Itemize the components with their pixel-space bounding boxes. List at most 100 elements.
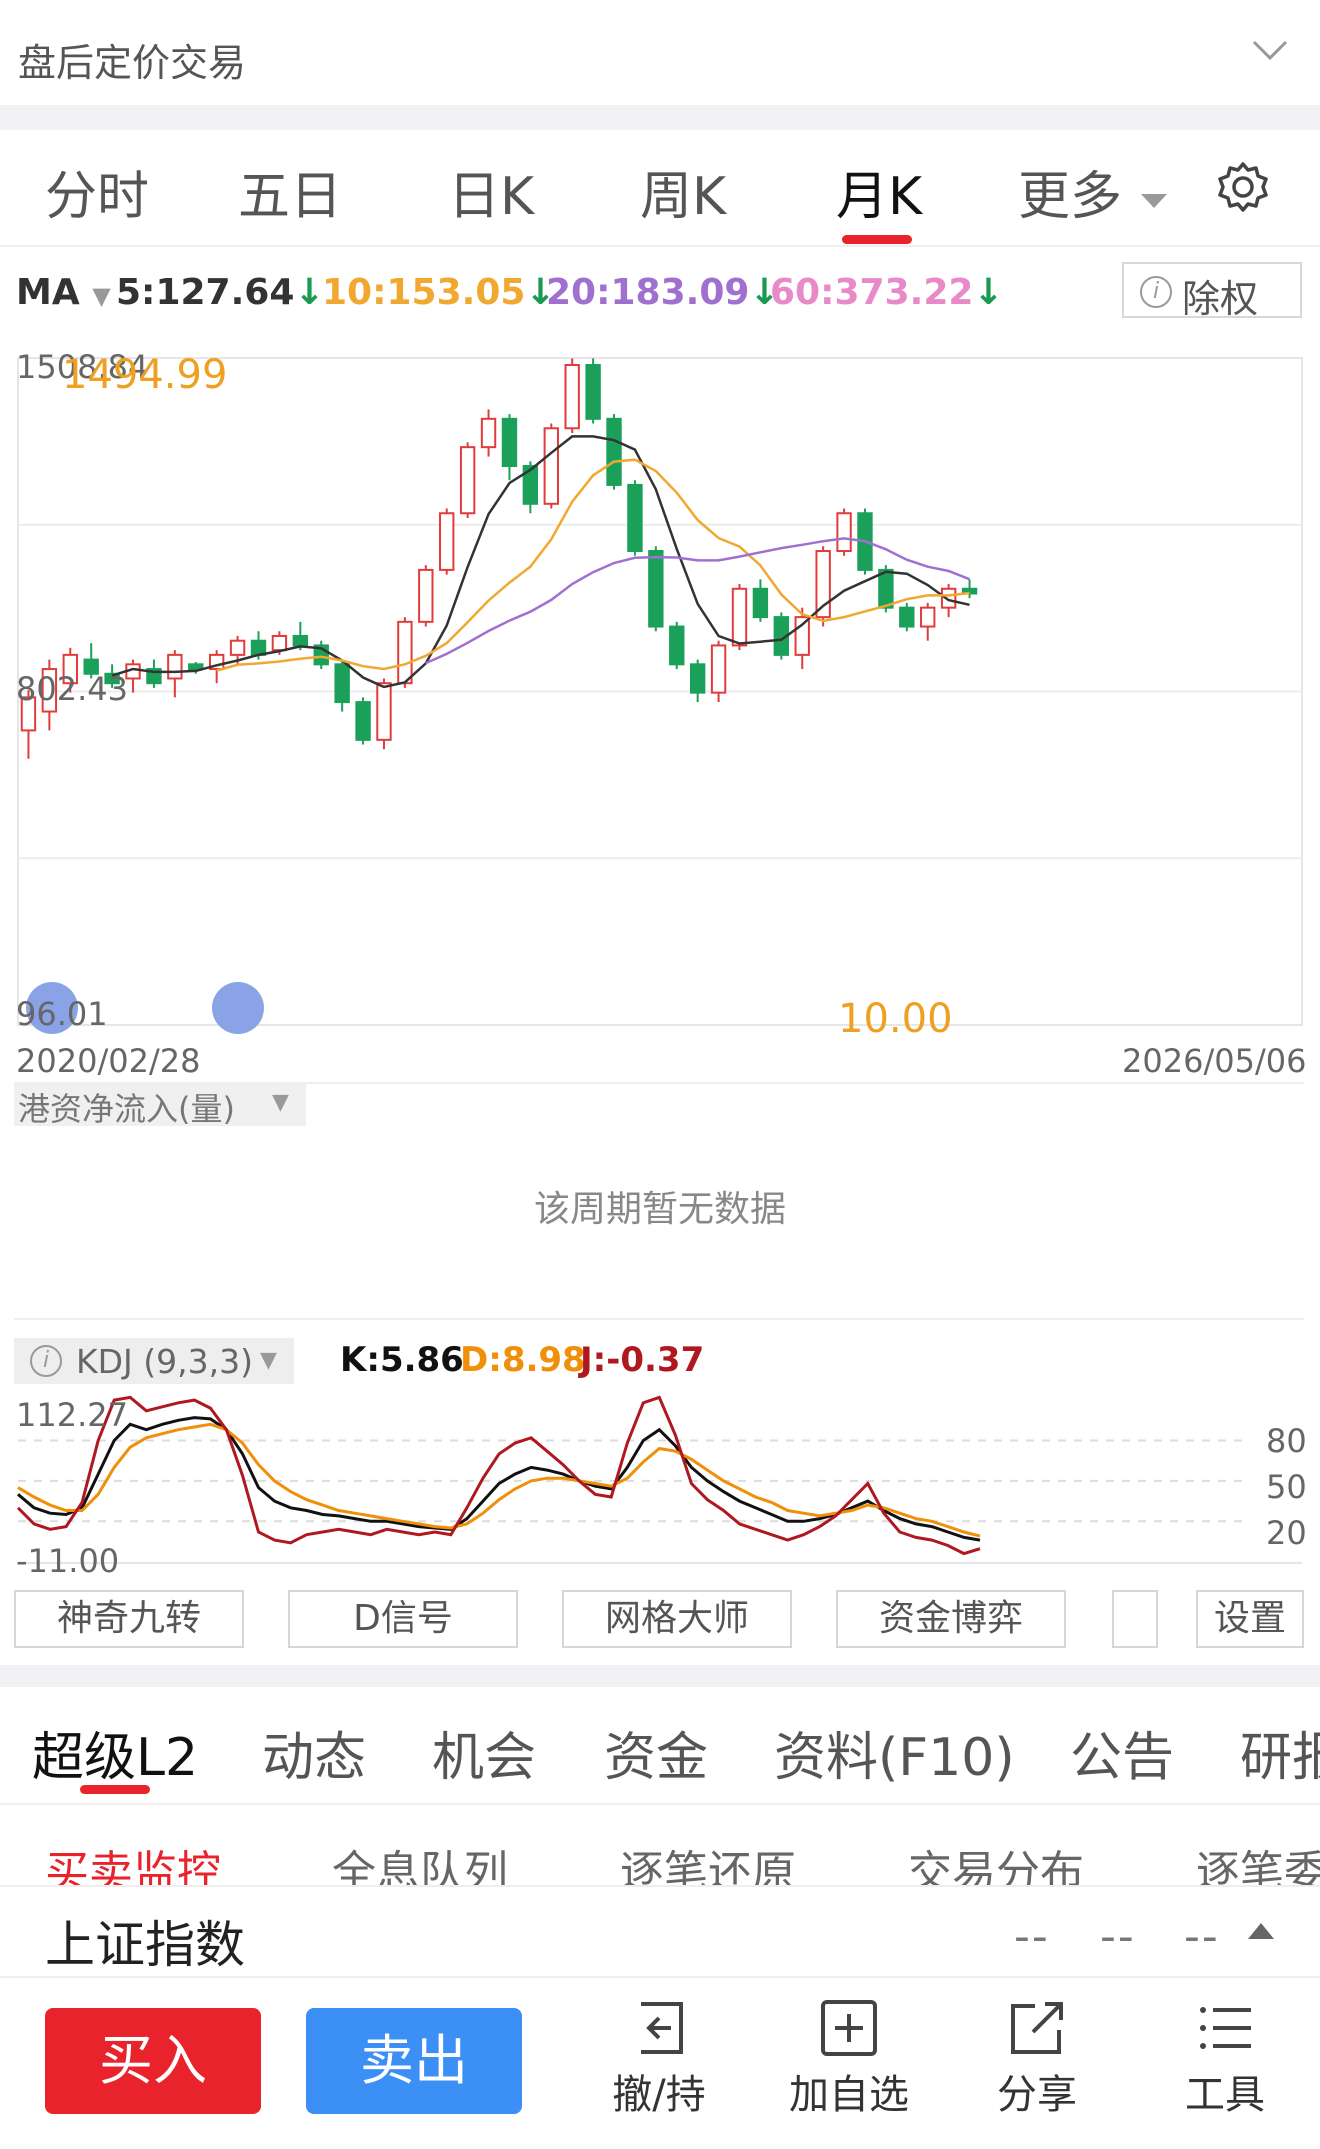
refresh-icon xyxy=(212,982,264,1034)
tool-d-signal[interactable]: D信号 xyxy=(288,1590,518,1648)
candle-body xyxy=(648,550,664,628)
tab-tick-restore[interactable]: 逐笔还原 xyxy=(620,1836,796,1888)
x-start-label: 2020/02/28 xyxy=(16,1042,201,1080)
caret-down-icon: ▼ xyxy=(272,1090,289,1115)
divider xyxy=(0,1803,1320,1805)
kdj-y-top-label: 112.27 xyxy=(16,1396,128,1434)
candle-body xyxy=(334,663,350,704)
index-name: 上证指数 xyxy=(45,1916,245,1974)
candle-body xyxy=(878,568,894,609)
kdj-y-bottom-label: -11.00 xyxy=(16,1542,120,1580)
active-tab-indicator xyxy=(80,1785,150,1794)
divider xyxy=(0,245,1320,247)
tab-more-label: 更多 xyxy=(1018,167,1123,227)
ma10-value: 10:153.05↓ xyxy=(322,272,556,313)
kdj-chart[interactable] xyxy=(0,1385,1320,1575)
tab-announcement[interactable]: 公告 xyxy=(1070,1715,1174,1790)
gear-icon[interactable] xyxy=(1216,160,1270,214)
candle-body xyxy=(669,625,685,666)
plus-square-icon xyxy=(821,2000,877,2056)
tab-rik[interactable]: 日K xyxy=(448,154,534,229)
candle-body xyxy=(689,663,706,694)
tab-holo-queue[interactable]: 全息队列 xyxy=(332,1836,508,1888)
tab-fenshi[interactable]: 分时 xyxy=(45,154,149,229)
info-icon: i xyxy=(1140,276,1172,308)
candle-body xyxy=(543,427,559,505)
kdj-j-value: J:-0.37 xyxy=(580,1340,705,1380)
header-bar: 盘后定价交易 xyxy=(0,0,1320,105)
kdj-k-value: K:5.86 xyxy=(340,1340,464,1380)
tab-trade-monitor[interactable]: 买卖监控 xyxy=(45,1836,221,1888)
tool-fund-game[interactable]: 资金博弈 xyxy=(836,1590,1066,1648)
candle-body xyxy=(501,417,518,468)
caret-up-icon[interactable] xyxy=(1246,1921,1276,1941)
index-ticker[interactable]: 上证指数 -- -- -- xyxy=(0,1885,1320,1977)
info-icon: i xyxy=(30,1345,62,1377)
index-change: -- xyxy=(1100,1911,1136,1962)
x-end-label: 2026/05/06 xyxy=(1122,1042,1307,1080)
tools-label: 工具 xyxy=(1185,2072,1265,2118)
tool-magic-nine[interactable]: 神奇九转 xyxy=(14,1590,244,1648)
tools-button[interactable]: 工具 xyxy=(1150,1998,1300,2120)
exright-button[interactable]: i 除权 xyxy=(1122,262,1302,321)
caret-down-icon xyxy=(1140,194,1167,208)
tab-opportunity[interactable]: 机会 xyxy=(432,1715,536,1790)
candle-body xyxy=(585,364,601,420)
tab-funds[interactable]: 资金 xyxy=(604,1715,708,1790)
y-bottom-label: 96.01 xyxy=(16,995,108,1033)
tab-wuri[interactable]: 五日 xyxy=(238,154,342,229)
tab-super-l2[interactable]: 超级L2 xyxy=(32,1715,198,1790)
tab-tick-order[interactable]: 逐笔委 xyxy=(1196,1836,1320,1888)
kdj-d-value: D:8.98 xyxy=(460,1340,586,1380)
sell-button[interactable]: 卖出 xyxy=(306,2008,522,2114)
candle-body xyxy=(480,417,497,449)
ma20-value: 20:183.09↓ xyxy=(546,272,780,313)
tool-grid-master[interactable]: 网格大师 xyxy=(562,1590,792,1648)
bottom-bar: 买入 卖出 撤/持 加自选 分享 工具 xyxy=(0,1976,1320,2149)
kdj-tick-20: 20 xyxy=(1266,1514,1307,1552)
caret-down-icon: ▼ xyxy=(260,1348,277,1373)
tool-partial[interactable] xyxy=(1112,1590,1158,1648)
tool-settings[interactable]: 设置 xyxy=(1196,1590,1304,1648)
tab-zhouk[interactable]: 周K xyxy=(640,154,726,229)
share-label: 分享 xyxy=(997,2072,1077,2118)
menu-list-icon xyxy=(1200,2007,1251,2049)
tab-f10[interactable]: 资料(F10) xyxy=(774,1715,1015,1790)
kdj-selector[interactable]: i KDJ (9,3,3) ▼ xyxy=(14,1338,294,1384)
flow-selector[interactable]: 港资净流入(量) ▼ xyxy=(14,1082,306,1128)
add-watchlist-button[interactable]: 加自选 xyxy=(774,1998,924,2120)
candle-body xyxy=(229,639,246,656)
tab-trade-distribution[interactable]: 交易分布 xyxy=(908,1836,1084,1888)
candle-body xyxy=(564,364,580,430)
kdj-label: KDJ (9,3,3) xyxy=(76,1342,253,1381)
min-annotation: 10.00 xyxy=(838,996,953,1042)
candle-body xyxy=(292,634,309,647)
buy-button[interactable]: 买入 xyxy=(45,2008,261,2114)
candlestick-chart[interactable] xyxy=(0,340,1320,1040)
candle-body xyxy=(710,644,727,694)
cancel-hold-button[interactable]: 撤/持 xyxy=(584,1998,734,2120)
candle-body xyxy=(794,616,810,656)
ma-legend: MA ▼ 5:127.64↓ 10:153.05↓ 20:183.09↓ 60:… xyxy=(0,262,1320,322)
exright-label: 除权 xyxy=(1182,277,1259,321)
tab-yuek[interactable]: 月K xyxy=(836,154,922,229)
tab-research[interactable]: 研报 xyxy=(1240,1715,1320,1790)
share-icon xyxy=(1011,2002,1063,2054)
index-percent: -- xyxy=(1184,1911,1220,1962)
share-button[interactable]: 分享 xyxy=(962,1998,1112,2120)
level2-tabs: 买卖监控 全息队列 逐笔还原 交易分布 逐笔委 xyxy=(0,1808,1320,1888)
ma-label[interactable]: MA ▼ xyxy=(16,272,111,313)
tab-dynamic[interactable]: 动态 xyxy=(262,1715,366,1790)
candle-body xyxy=(627,483,643,553)
info-tabs: 超级L2 动态 机会 资金 资料(F10) 公告 研报 xyxy=(0,1685,1320,1805)
no-data-message: 该周期暂无数据 xyxy=(533,1189,786,1230)
ma60-value: 60:373.22↓ xyxy=(770,272,1004,313)
candle-body xyxy=(271,634,288,652)
header-title[interactable]: 盘后定价交易 xyxy=(18,32,246,87)
undo-icon xyxy=(641,2002,683,2054)
kdj-tick-50: 50 xyxy=(1266,1468,1307,1506)
tab-more[interactable]: 更多 xyxy=(1018,154,1169,229)
candle-body xyxy=(459,446,476,515)
divider xyxy=(0,105,1320,130)
chevron-down-icon[interactable] xyxy=(1250,34,1290,64)
